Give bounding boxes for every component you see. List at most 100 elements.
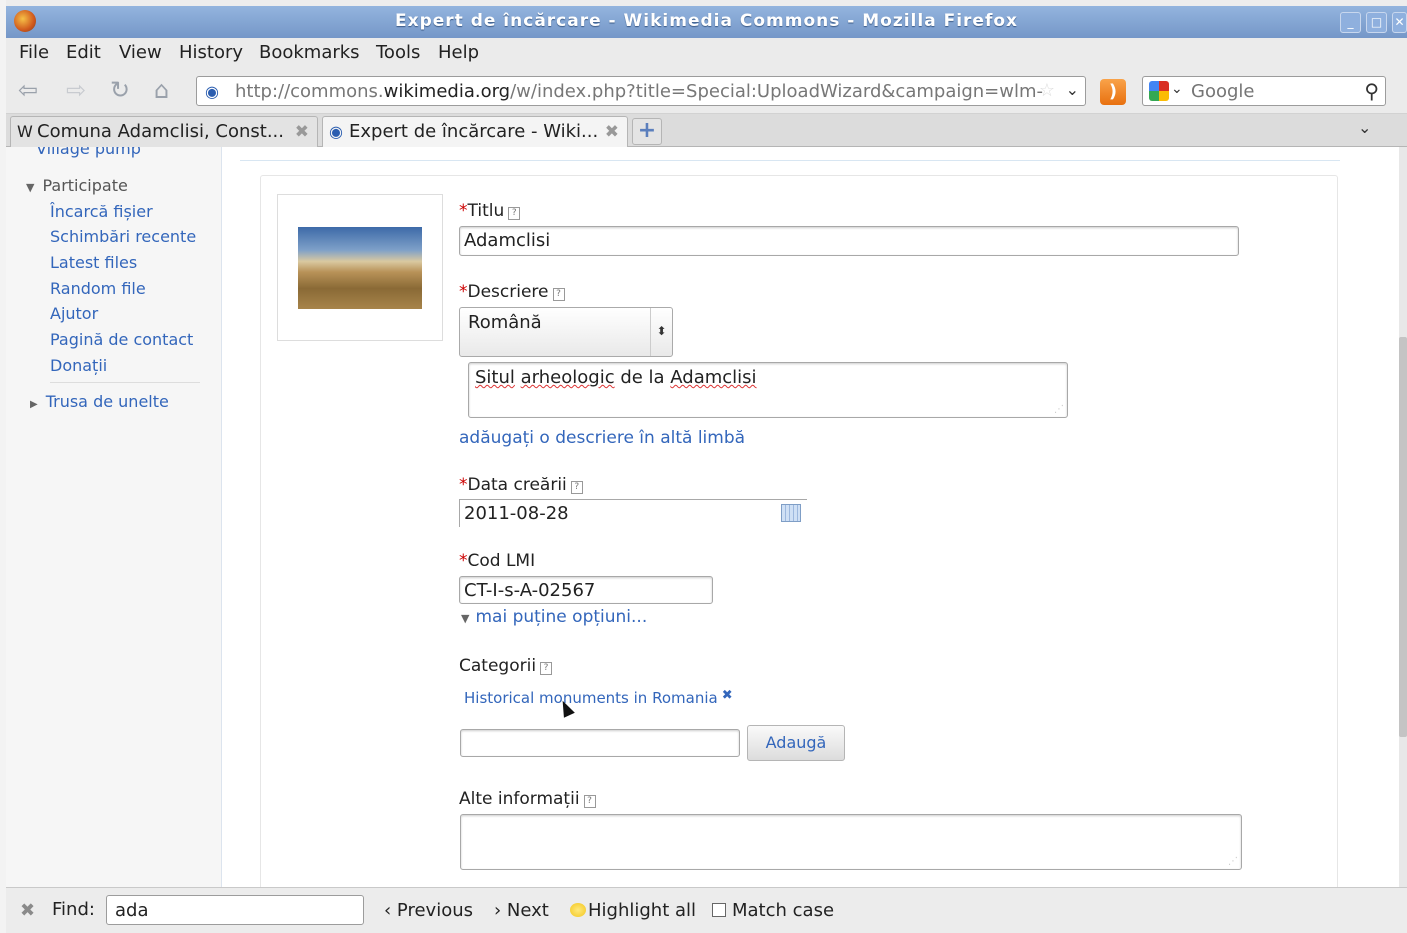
remove-category-icon[interactable]: ✖	[722, 688, 733, 703]
sidebar-item-village-pump[interactable]: Village pump	[36, 147, 141, 158]
sidebar-section-participate[interactable]: ▼ Participate	[26, 176, 128, 195]
menu-bookmarks[interactable]: Bookmarks	[259, 42, 360, 63]
other-info-textarea[interactable]: ⋰	[460, 814, 1242, 870]
menu-file[interactable]: File	[19, 42, 49, 63]
tab-upload-wizard[interactable]: ◉ Expert de încărcare - Wiki... ✖	[322, 116, 628, 147]
find-next-button[interactable]: › Next	[494, 900, 549, 921]
checkbox-icon[interactable]	[712, 903, 726, 917]
navigation-toolbar: ⇦ ⇨ ↻ ⌂ ◉ http://commons.wikimedia.org/w…	[6, 68, 1407, 114]
sidebar: Village pump ▼ Participate Încarcă fișier…	[6, 147, 222, 887]
upload-thumbnail	[298, 227, 422, 309]
menu-tools[interactable]: Tools	[376, 42, 420, 63]
date-label: *Data creării?	[459, 475, 583, 495]
sidebar-item-contact[interactable]: Pagină de contact	[50, 330, 193, 349]
bookmark-star-icon[interactable]: ☆	[1039, 80, 1055, 101]
collapse-triangle-icon: ▼	[26, 181, 35, 194]
sidebar-item-recent-changes[interactable]: Schimbări recente	[50, 227, 196, 246]
category-chip[interactable]: Historical monuments in Romania ✖	[464, 688, 733, 707]
add-description-link[interactable]: adăugați o descriere în altă limbă	[459, 428, 745, 448]
help-icon[interactable]: ?	[540, 662, 553, 675]
menu-bar: File Edit View History Bookmarks Tools H…	[6, 38, 1407, 68]
tab-label: Expert de încărcare - Wiki...	[349, 121, 599, 142]
engine-dropdown-icon[interactable]: ⌄	[1171, 81, 1183, 97]
sidebar-divider	[50, 382, 200, 383]
chevron-left-icon: ‹	[384, 900, 397, 921]
commons-icon: ◉	[329, 122, 343, 141]
sidebar-item-random-file[interactable]: Random file	[50, 279, 146, 298]
thumbnail-frame	[277, 194, 443, 341]
close-find-bar-icon[interactable]: ✖	[20, 900, 35, 921]
sidebar-item-latest-files[interactable]: Latest files	[50, 253, 137, 272]
tab-label: Comuna Adamclisi, Const...	[37, 121, 284, 142]
resize-grip-icon[interactable]: ⋰	[1054, 404, 1064, 415]
home-icon[interactable]: ⌂	[154, 78, 169, 102]
sidebar-item-donations[interactable]: Donații	[50, 356, 107, 375]
title-input[interactable]: Adamclisi	[459, 226, 1239, 256]
minimize-button[interactable]: _	[1340, 12, 1361, 33]
lmi-code-input[interactable]: CT-I-s-A-02567	[459, 576, 713, 604]
find-label: Find:	[52, 899, 95, 920]
add-category-button[interactable]: Adaugă	[747, 725, 845, 761]
close-window-button[interactable]: ✕	[1392, 12, 1407, 33]
browser-window: Expert de încărcare - Wikimedia Commons …	[6, 0, 1407, 933]
chevron-right-icon: ›	[494, 900, 507, 921]
reload-icon[interactable]: ↻	[110, 78, 130, 102]
expand-triangle-icon: ▶	[30, 399, 38, 410]
language-select[interactable]: Română ⬍	[459, 307, 673, 357]
page-scrollbar[interactable]	[1399, 147, 1407, 887]
search-bar[interactable]: ⌄ ⚲	[1142, 76, 1386, 106]
wizard-steps-strip	[240, 147, 1340, 161]
back-icon[interactable]: ⇦	[18, 78, 38, 102]
scrollbar-thumb[interactable]	[1399, 337, 1407, 737]
url-dropdown-icon[interactable]: ⌄	[1066, 80, 1079, 99]
title-label: *Titlu?	[459, 201, 521, 221]
date-input[interactable]: 2011-08-28	[459, 499, 807, 527]
categories-label: Categorii?	[459, 656, 553, 676]
menu-edit[interactable]: Edit	[66, 42, 101, 63]
forward-icon[interactable]: ⇨	[66, 78, 86, 102]
google-engine-icon[interactable]	[1149, 81, 1169, 101]
lmi-code-label: *Cod LMI	[459, 551, 536, 571]
help-icon[interactable]: ?	[570, 481, 583, 494]
window-title: Expert de încărcare - Wikimedia Commons …	[394, 11, 1018, 31]
menu-history[interactable]: History	[179, 42, 243, 63]
select-arrows-icon: ⬍	[650, 308, 672, 356]
close-tab-icon[interactable]: ✖	[295, 122, 309, 142]
url-text[interactable]: http://commons.wikimedia.org/w/index.php…	[235, 81, 1043, 102]
match-case-checkbox[interactable]: Match case	[712, 900, 834, 921]
tab-comuna-adamclisi[interactable]: W Comuna Adamclisi, Const... ✖	[10, 116, 318, 147]
help-icon[interactable]: ?	[583, 795, 596, 808]
find-previous-button[interactable]: ‹ Previous	[384, 900, 473, 921]
fewer-options-link[interactable]: ▼ mai puține opțiuni...	[461, 607, 647, 627]
tab-bar: W Comuna Adamclisi, Const... ✖ ◉ Expert …	[6, 114, 1407, 147]
sidebar-item-help[interactable]: Ajutor	[50, 304, 98, 323]
list-all-tabs-icon[interactable]: ⌄	[1358, 118, 1371, 137]
new-tab-button[interactable]: +	[632, 118, 662, 145]
sidebar-section-tools[interactable]: ▶ Trusa de unelte	[30, 392, 169, 411]
help-icon[interactable]: ?	[508, 207, 521, 220]
sidebar-item-upload[interactable]: Încarcă fișier	[50, 202, 153, 221]
description-textarea[interactable]: Situl arheologic de la Adamclisi ⋰	[468, 362, 1068, 418]
site-identity-icon[interactable]: ◉	[205, 82, 219, 101]
maximize-button[interactable]: □	[1366, 12, 1387, 33]
title-bar: Expert de încărcare - Wikimedia Commons …	[6, 6, 1407, 38]
calendar-icon[interactable]	[781, 504, 801, 522]
close-tab-icon[interactable]: ✖	[605, 122, 619, 142]
menu-help[interactable]: Help	[438, 42, 479, 63]
url-bar[interactable]: ◉ http://commons.wikimedia.org/w/index.p…	[196, 76, 1086, 106]
help-icon[interactable]: ?	[552, 288, 565, 301]
collapse-triangle-icon: ▼	[461, 612, 470, 625]
rss-feed-icon[interactable]: )	[1100, 79, 1126, 105]
category-input[interactable]	[460, 729, 740, 757]
page-content: Village pump ▼ Participate Încarcă fișier…	[6, 147, 1399, 887]
resize-grip-icon[interactable]: ⋰	[1228, 856, 1238, 867]
find-bar: ✖ Find: ‹ Previous › Next Highlight all …	[6, 887, 1407, 933]
search-input[interactable]	[1189, 79, 1349, 103]
search-icon[interactable]: ⚲	[1364, 79, 1379, 103]
highlight-all-button[interactable]: Highlight all	[570, 900, 696, 921]
wikipedia-icon: W	[17, 122, 33, 141]
other-info-label: Alte informații?	[459, 789, 596, 809]
find-input[interactable]	[106, 895, 364, 925]
menu-view[interactable]: View	[119, 42, 162, 63]
upload-details-form: *Titlu? Adamclisi *Descriere? Română ⬍ S…	[260, 175, 1338, 887]
